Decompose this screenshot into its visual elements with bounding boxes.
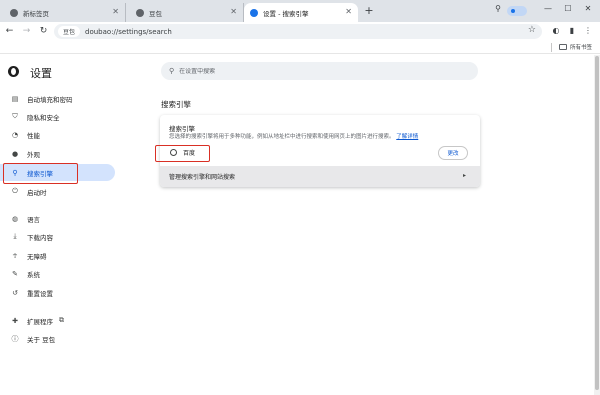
doubao-favicon-icon (136, 8, 144, 17)
bookmarks-divider (551, 43, 552, 52)
info-icon: ⓘ (11, 334, 19, 343)
highlight-box-sidebar (3, 163, 78, 184)
sidebar-item-appearance[interactable]: ● 外观 (0, 145, 115, 162)
chevron-right-icon: ▸ (462, 172, 466, 179)
menu-icon[interactable]: ⋮ (582, 25, 594, 37)
wrench-icon: ✎ (12, 269, 18, 278)
tab-label: 豆包 (149, 9, 162, 18)
manage-search-engines-label: 管理搜索引擎和网站搜索 (169, 174, 236, 181)
sidebar-item-privacy[interactable]: ⛉ 隐私和安全 (0, 108, 115, 125)
sidebar-item-label: 无障碍 (27, 252, 47, 261)
minimize-icon[interactable]: — (541, 4, 555, 13)
pin-icon[interactable]: ⚲ (491, 4, 505, 13)
toolbar: ← → ↻ 豆包 doubao://settings/search ☆ ◐ ▮ … (0, 22, 600, 41)
sidebar-item-about[interactable]: ⓘ 关于 豆包 (0, 330, 115, 347)
download-icon: ⤓ (13, 232, 17, 240)
back-icon[interactable]: ← (3, 25, 16, 38)
tab-doubao[interactable]: 豆包 ✕ (130, 3, 244, 22)
sidebar-icon[interactable]: ▮ (566, 25, 578, 37)
maximize-icon[interactable]: ☐ (561, 4, 575, 13)
sidebar-item-label: 外观 (27, 150, 40, 159)
profile-icon[interactable]: ◐ (550, 25, 562, 37)
palette-icon: ● (11, 149, 19, 158)
sidebar-item-label: 隐私和安全 (27, 113, 60, 122)
tab-settings-search[interactable]: 设置 - 搜索引擎 ✕ (244, 3, 358, 22)
sidebar-item-performance[interactable]: ◔ 性能 (0, 126, 115, 143)
reload-icon[interactable]: ↻ (37, 25, 50, 38)
sidebar-item-label: 重置设置 (27, 289, 53, 298)
sidebar-item-label: 语言 (27, 215, 40, 224)
sidebar-item-downloads[interactable]: ⤓ 下载内容 (0, 228, 115, 245)
tab-label: 新标签页 (23, 9, 49, 18)
bookmark-star-icon[interactable]: ☆ (528, 25, 536, 35)
all-bookmarks-button[interactable]: 所有书签 (558, 43, 592, 51)
folder-icon (558, 44, 567, 50)
card-description: 您选择的搜索引擎将用于多种功能，例如从地址栏中进行搜索和使用网页上的图片进行搜索… (169, 132, 418, 140)
sidebar-item-label: 自动填充和密码 (27, 95, 73, 104)
highlight-box-engine (155, 145, 210, 162)
doubao-favicon-icon (10, 8, 18, 17)
puzzle-icon: ✚ (12, 316, 18, 325)
sidebar-item-label: 性能 (27, 131, 40, 140)
sidebar-item-accessibility[interactable]: ☥ 无障碍 (0, 247, 115, 264)
shield-icon: ⛉ (12, 112, 18, 120)
bookmarks-bar: 所有书签 (0, 41, 600, 54)
section-heading: 搜索引擎 (161, 100, 191, 109)
settings-search-input[interactable] (179, 67, 460, 75)
settings-gear-icon (250, 8, 258, 17)
search-icon: ⚲ (169, 67, 175, 75)
sidebar-item-label: 下载内容 (27, 233, 53, 242)
close-icon[interactable]: ✕ (112, 7, 119, 16)
sidebar-item-label: 启动时 (27, 188, 47, 197)
learn-more-link[interactable]: 了解详情 (396, 134, 418, 140)
new-tab-button[interactable]: + (362, 4, 376, 18)
url-text[interactable]: doubao://settings/search (85, 28, 172, 36)
tab-label: 设置 - 搜索引擎 (263, 9, 309, 18)
profile-chip[interactable] (507, 6, 527, 16)
sidebar-item-label: 系统 (27, 270, 40, 279)
page-title: 设置 (30, 67, 52, 80)
tab-new-tab[interactable]: 新标签页 ✕ (4, 3, 126, 22)
scrollbar[interactable] (594, 55, 600, 395)
change-engine-button[interactable]: 更改 (438, 146, 468, 160)
globe-icon: ◍ (11, 214, 19, 223)
sidebar-item-label: 关于 豆包 (27, 335, 56, 344)
forward-icon[interactable]: → (20, 25, 33, 38)
tab-strip: 新标签页 ✕ 豆包 ✕ 设置 - 搜索引擎 ✕ + ⚲ — ☐ ✕ (0, 0, 600, 22)
history-icon: ↺ (12, 288, 18, 297)
key-icon: ▤ (11, 94, 19, 103)
all-bookmarks-label: 所有书签 (569, 45, 592, 51)
doubao-logo-icon (8, 66, 19, 77)
manage-search-engines-row[interactable]: 管理搜索引擎和网站搜索 ▸ (160, 166, 480, 187)
sidebar-item-autofill[interactable]: ▤ 自动填充和密码 (0, 90, 115, 107)
power-icon: ⏻ (12, 187, 18, 195)
settings-search-box[interactable]: ⚲ (161, 62, 478, 80)
close-window-icon[interactable]: ✕ (581, 4, 595, 13)
site-chip[interactable]: 豆包 (58, 26, 81, 37)
close-icon[interactable]: ✕ (230, 7, 237, 16)
close-icon[interactable]: ✕ (345, 7, 352, 16)
sidebar-item-extensions[interactable]: ✚ 扩展程序 ⧉ (0, 312, 115, 329)
card-description-text: 您选择的搜索引擎将用于多种功能，例如从地址栏中进行搜索和使用网页上的图片进行搜索… (169, 134, 395, 140)
sidebar-item-languages[interactable]: ◍ 语言 (0, 210, 115, 227)
sidebar-item-label: 扩展程序 (27, 317, 53, 326)
sidebar-item-on-startup[interactable]: ⏻ 启动时 (0, 183, 115, 200)
sidebar-item-system[interactable]: ✎ 系统 (0, 265, 115, 282)
accessibility-icon: ☥ (12, 251, 18, 260)
address-bar[interactable]: 豆包 doubao://settings/search ☆ (54, 24, 542, 39)
sidebar-item-reset[interactable]: ↺ 重置设置 (0, 284, 115, 301)
external-link-icon: ⧉ (59, 316, 64, 324)
speedometer-icon: ◔ (11, 130, 19, 139)
